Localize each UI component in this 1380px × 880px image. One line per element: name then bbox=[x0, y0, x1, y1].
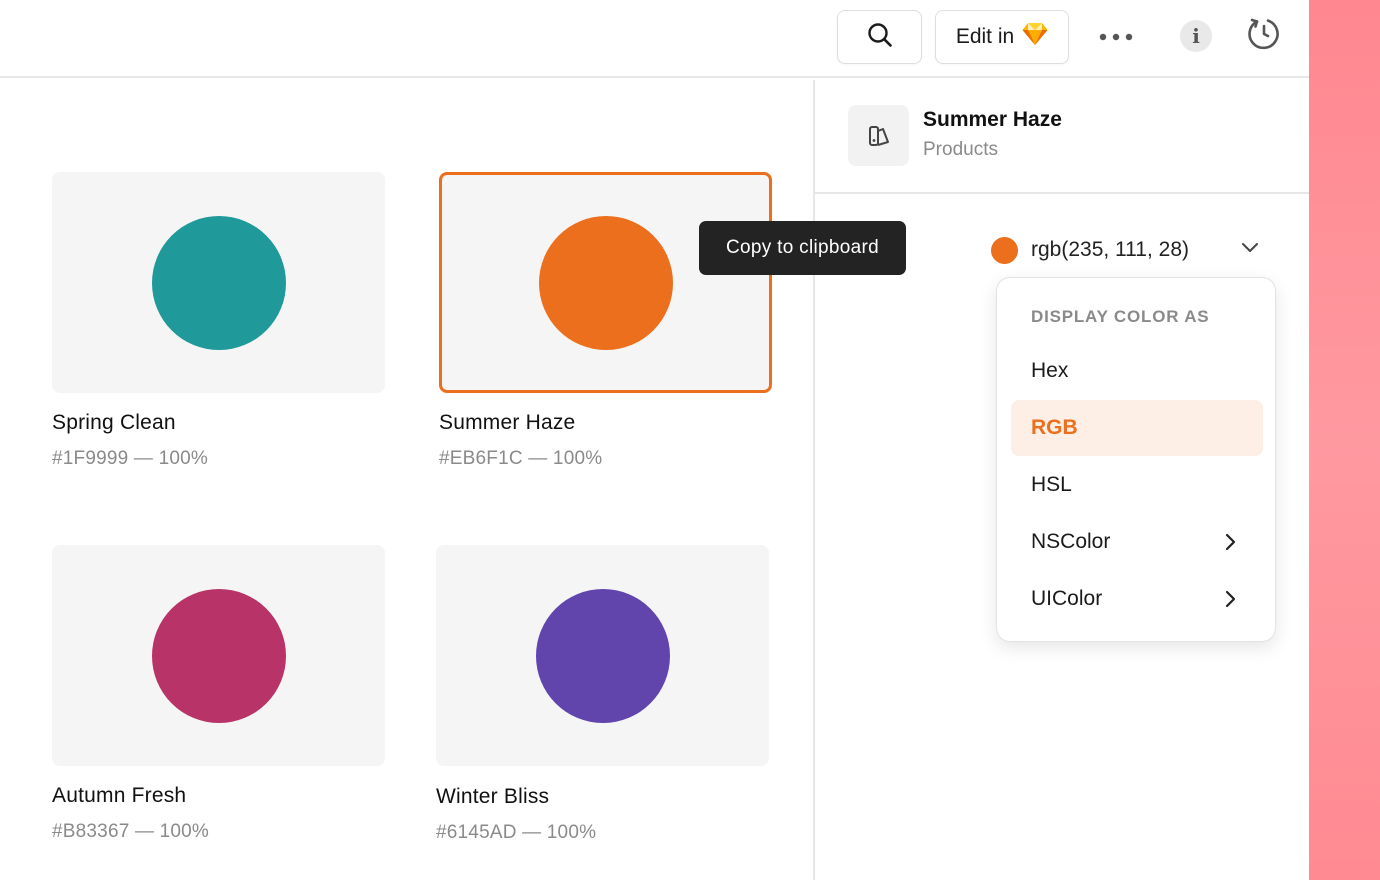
chevron-down-icon[interactable] bbox=[1240, 238, 1260, 263]
display-color-as-menu: DISPLAY COLOR AS Hex RGB HSL NSColor UIC… bbox=[996, 277, 1276, 642]
color-swatch bbox=[151, 588, 286, 723]
color-value-text: rgb(235, 111, 28) bbox=[1031, 238, 1189, 261]
toolbar: Edit in i bbox=[0, 0, 1309, 78]
history-button[interactable] bbox=[1245, 17, 1283, 55]
swatch-card-spring-clean[interactable] bbox=[52, 172, 385, 393]
chevron-right-icon bbox=[1223, 532, 1237, 558]
more-icon bbox=[1099, 28, 1133, 46]
swatch-name: Spring Clean bbox=[52, 411, 176, 434]
inspector-subtitle: Products bbox=[923, 139, 998, 160]
swatch-card-winter-bliss[interactable] bbox=[436, 545, 769, 766]
swatch-name: Winter Bliss bbox=[436, 785, 550, 808]
menu-item-label: RGB bbox=[1031, 416, 1078, 439]
swatch-meta: #6145AD — 100% bbox=[436, 822, 597, 843]
swatch-meta: #B83367 — 100% bbox=[52, 821, 210, 842]
color-swatch-grid: Spring Clean #1F9999 — 100% Summer Haze … bbox=[0, 80, 813, 880]
search-icon bbox=[867, 22, 893, 53]
menu-item-label: Hex bbox=[1031, 359, 1069, 382]
menu-item-hsl[interactable]: HSL bbox=[1011, 457, 1263, 513]
info-icon: i bbox=[1192, 24, 1200, 48]
copy-to-clipboard-tooltip: Copy to clipboard bbox=[699, 221, 906, 275]
color-value-dot bbox=[991, 236, 1018, 264]
color-swatch bbox=[151, 215, 286, 350]
inspector-title: Summer Haze bbox=[923, 108, 1062, 131]
color-swatch bbox=[535, 588, 670, 723]
inspector-header: Summer Haze Products bbox=[815, 80, 1309, 194]
info-button[interactable]: i bbox=[1180, 20, 1212, 52]
swatch-meta: #1F9999 — 100% bbox=[52, 448, 208, 469]
menu-item-rgb[interactable]: RGB bbox=[1011, 400, 1263, 456]
swatch-name: Autumn Fresh bbox=[52, 784, 187, 807]
menu-item-uicolor[interactable]: UIColor bbox=[1011, 571, 1263, 627]
search-button[interactable] bbox=[837, 10, 922, 64]
swatch-meta: #EB6F1C — 100% bbox=[439, 448, 603, 469]
edit-in-sketch-button[interactable]: Edit in bbox=[935, 10, 1069, 64]
menu-item-label: UIColor bbox=[1031, 587, 1103, 610]
sketch-diamond-icon bbox=[1022, 22, 1048, 52]
swatch-card-summer-haze[interactable] bbox=[439, 172, 772, 393]
menu-item-nscolor[interactable]: NSColor bbox=[1011, 514, 1263, 570]
menu-item-label: HSL bbox=[1031, 473, 1072, 496]
app-window: Edit in i Spring Clean #1F9999 — 100% Su… bbox=[0, 0, 1309, 880]
menu-item-label: NSColor bbox=[1031, 530, 1111, 553]
edit-in-label: Edit in bbox=[955, 25, 1015, 48]
color-palette-icon bbox=[848, 105, 909, 166]
window-edge-gradient bbox=[1309, 0, 1380, 880]
chevron-right-icon bbox=[1223, 589, 1237, 615]
color-swatch bbox=[538, 215, 673, 350]
more-options-button[interactable] bbox=[1094, 22, 1138, 52]
swatch-name: Summer Haze bbox=[439, 411, 576, 434]
history-icon bbox=[1246, 16, 1282, 57]
menu-header: DISPLAY COLOR AS bbox=[1031, 307, 1210, 326]
menu-item-hex[interactable]: Hex bbox=[1011, 343, 1263, 399]
swatch-card-autumn-fresh[interactable] bbox=[52, 545, 385, 766]
